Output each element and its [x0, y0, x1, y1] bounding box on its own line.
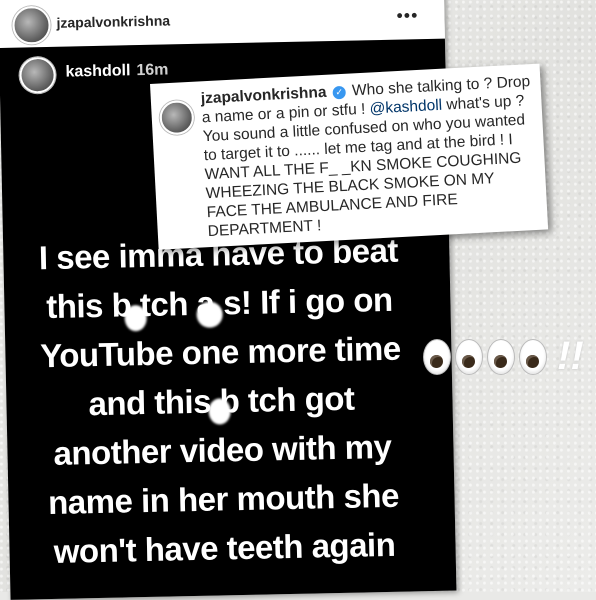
eyes-emoji-icon: [519, 338, 547, 375]
story-username[interactable]: kashdoll: [65, 62, 130, 80]
post-username[interactable]: jzapalvonkrishna: [56, 12, 170, 30]
eyes-emoji-icon: [423, 338, 451, 375]
comment-body: jzapalvonkrishna ✓ Who she talking to ? …: [200, 72, 538, 241]
avatar[interactable]: [19, 56, 56, 94]
eyes-emoji-icon: [487, 338, 515, 375]
avatar[interactable]: [12, 5, 51, 45]
story-line: name in her mouth she: [47, 476, 400, 522]
story-header: kashdoll 16m: [65, 61, 168, 81]
verified-badge-icon: ✓: [332, 85, 347, 100]
eyes-emoji-icon: [455, 338, 483, 375]
mention-link[interactable]: @kashdoll: [369, 97, 442, 118]
double-exclamation: !!: [557, 334, 584, 378]
more-options-icon[interactable]: •••: [396, 5, 418, 26]
eyes-emoji-row: !!: [423, 334, 584, 379]
story-timestamp: 16m: [136, 61, 169, 80]
story-line: another video with my: [53, 427, 392, 472]
story-line: won't have teeth again: [53, 525, 396, 570]
comment-screenshot: jzapalvonkrishna ✓ Who she talking to ? …: [150, 63, 549, 250]
story-line: YouTube one more time: [39, 329, 402, 375]
avatar[interactable]: [158, 99, 195, 136]
